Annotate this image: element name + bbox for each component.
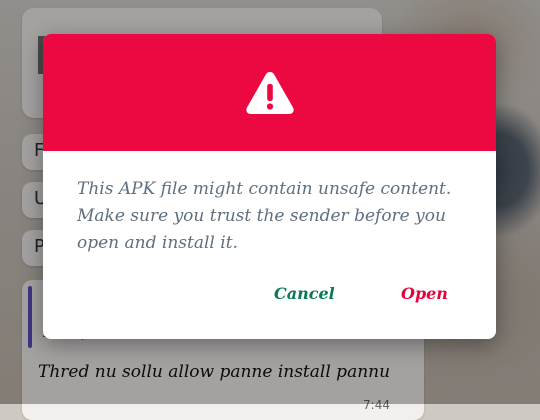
dialog-header	[43, 34, 496, 151]
warning-triangle-icon	[245, 71, 294, 114]
cancel-button[interactable]: Cancel	[270, 282, 339, 305]
dialog-message: This APK file might contain unsafe conte…	[77, 179, 452, 253]
apk-warning-dialog: This APK file might contain unsafe conte…	[43, 34, 496, 339]
open-button[interactable]: Open	[397, 282, 452, 305]
